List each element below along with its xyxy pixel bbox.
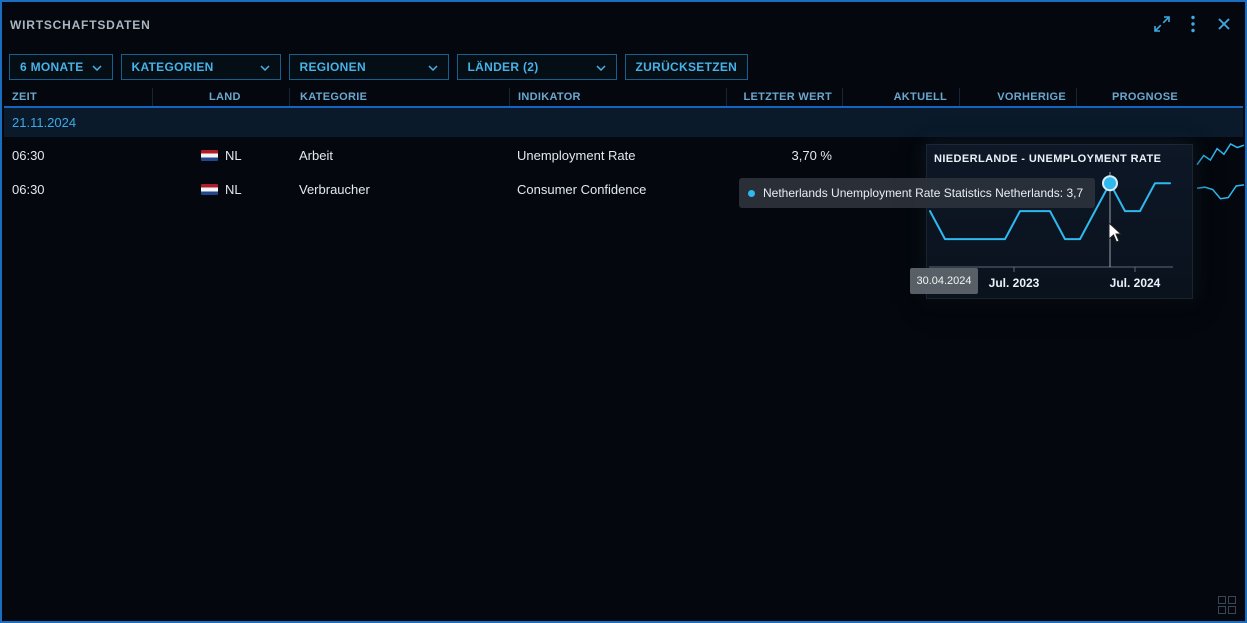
series-dot-icon	[748, 190, 755, 197]
close-icon[interactable]	[1213, 13, 1235, 35]
reset-button[interactable]: ZURÜCKSETZEN	[625, 54, 749, 80]
laender-dropdown[interactable]: LÄNDER (2)	[457, 54, 617, 80]
row-time: 06:30	[4, 182, 152, 197]
x-tick-label: Jul. 2023	[989, 276, 1040, 290]
row-category: Arbeit	[289, 148, 509, 163]
row-sparkline[interactable]	[1194, 173, 1247, 206]
x-tick-label: Jul. 2024	[1110, 276, 1161, 290]
row-indicator: Unemployment Rate	[509, 148, 726, 163]
header-prognose[interactable]: PROGNOSE	[1076, 88, 1194, 106]
row-time: 06:30	[4, 148, 152, 163]
row-indicator: Consumer Confidence	[509, 182, 726, 197]
header-land[interactable]: LAND	[152, 88, 289, 106]
header-zeit[interactable]: ZEIT	[4, 88, 152, 106]
expand-icon[interactable]	[1151, 13, 1173, 35]
titlebar-icons	[1151, 13, 1235, 35]
header-vorherige[interactable]: VORHERIGE	[959, 88, 1076, 106]
header-indikator[interactable]: INDIKATOR	[509, 88, 726, 106]
header-letzter-wert[interactable]: LETZTER WERT	[726, 88, 842, 106]
series-tooltip-text: Netherlands Unemployment Rate Statistics…	[763, 186, 1083, 200]
chevron-down-icon	[428, 60, 438, 74]
header-chart-col	[1194, 88, 1243, 106]
header-kategorie[interactable]: KATEGORIE	[289, 88, 509, 106]
chevron-down-icon	[596, 60, 606, 74]
window-title: WIRTSCHAFTSDATEN	[10, 18, 151, 32]
row-country: NL	[152, 182, 289, 197]
header-aktuell[interactable]: AKTUELL	[842, 88, 959, 106]
row-country: NL	[152, 148, 289, 163]
kategorien-label: KATEGORIEN	[132, 60, 214, 74]
wirtschaftsdaten-window: WIRTSCHAFTSDATEN	[0, 0, 1247, 623]
laender-label: LÄNDER (2)	[468, 60, 539, 74]
regionen-dropdown[interactable]: REGIONEN	[289, 54, 449, 80]
titlebar: WIRTSCHAFTSDATEN	[2, 2, 1245, 48]
chart-marker	[1103, 176, 1117, 190]
chevron-down-icon	[260, 60, 270, 74]
series-tooltip: Netherlands Unemployment Rate Statistics…	[739, 178, 1095, 208]
reset-label: ZURÜCKSETZEN	[636, 60, 738, 74]
chevron-down-icon	[92, 60, 102, 74]
kategorien-dropdown[interactable]: KATEGORIEN	[121, 54, 281, 80]
row-sparkline[interactable]	[1194, 139, 1247, 172]
row-last-value: 3,70 %	[726, 148, 842, 163]
row-category: Verbraucher	[289, 182, 509, 197]
kebab-menu-icon[interactable]	[1182, 13, 1204, 35]
timeframe-dropdown[interactable]: 6 MONATE	[9, 54, 113, 80]
timeframe-label: 6 MONATE	[20, 60, 84, 74]
nl-flag-icon	[201, 150, 218, 161]
filter-bar: 6 MONATE KATEGORIEN REGIONEN LÄNDER (2) …	[9, 54, 748, 80]
nl-flag-icon	[201, 184, 218, 195]
crosshair-date-label: 30.04.2024	[910, 268, 978, 294]
country-code: NL	[225, 148, 242, 163]
country-code: NL	[225, 182, 242, 197]
date-group-row: 21.11.2024	[4, 108, 1243, 137]
table-header: ZEIT LAND KATEGORIE INDIKATOR LETZTER WE…	[4, 88, 1243, 108]
grid-resize-icon[interactable]	[1218, 596, 1236, 614]
regionen-label: REGIONEN	[300, 60, 366, 74]
